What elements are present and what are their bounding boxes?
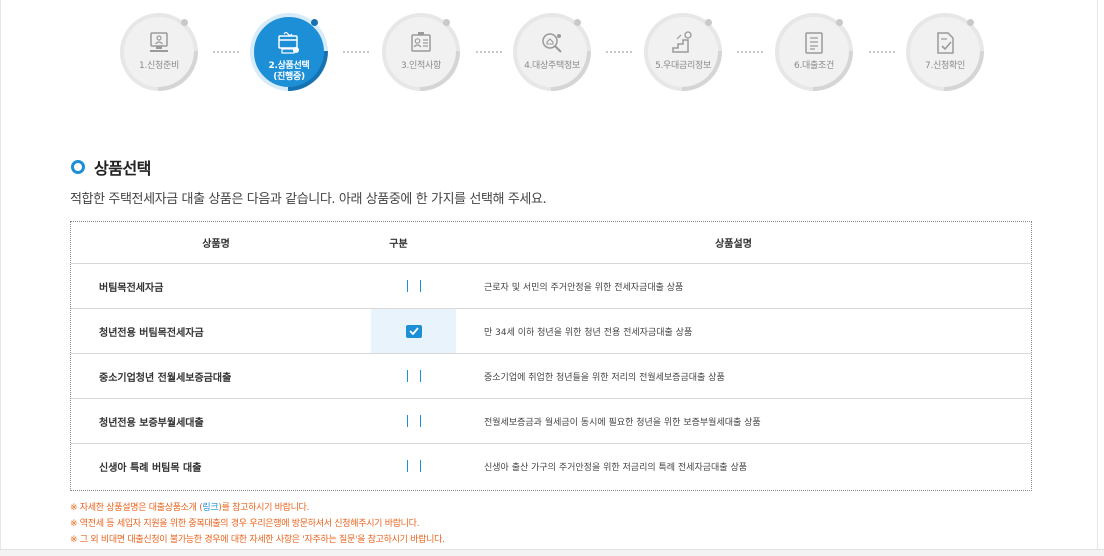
step-dot [705, 19, 712, 26]
product-name: 청년전용 버팀목전세자금 [99, 327, 204, 339]
product-checkbox[interactable] [406, 460, 421, 472]
step-label: 1.신청준비 [139, 61, 179, 71]
step-connector [213, 51, 239, 53]
step-connector [606, 51, 632, 53]
step-dot [181, 19, 188, 26]
select-cell[interactable] [371, 399, 456, 443]
step-label: 7.신청확인 [925, 61, 965, 71]
notice-item: ※ 역전세 등 세입자 지원을 위한 중복대출의 경우 우리은행에 방문하셔서 … [70, 519, 420, 529]
table-row[interactable]: 신생아 특례 버팀목 대출 신생아 출산 가구의 주거안정을 위한 저금리의 특… [71, 444, 1031, 488]
section-title: 상품선택 [71, 155, 151, 179]
monitor-icon [150, 32, 168, 52]
document-list-icon [805, 32, 823, 54]
product-name: 중소기업청년 전월세보증금대출 [99, 372, 232, 384]
product-description: 근로자 및 서민의 주거안정을 위한 전세자금대출 상품 [484, 282, 684, 293]
step-connector [869, 51, 895, 53]
step-connector [476, 51, 502, 53]
search-house-icon [542, 33, 562, 53]
title-bullet-icon [71, 160, 85, 174]
product-name: 버팀목전세자금 [99, 282, 164, 294]
step-dot [443, 19, 450, 26]
notice-list: ※ 자세한 상품설명은 대출상품소개 (링크)를 참고하시기 바랍니다. ※ 역… [70, 500, 445, 548]
select-cell[interactable] [371, 309, 456, 353]
product-description: 신생아 출산 가구의 주거안정을 위한 저금리의 특례 전세자금대출 상품 [484, 462, 748, 473]
product-checkbox[interactable] [406, 415, 421, 427]
step-dot [574, 19, 581, 26]
table-row-selected[interactable]: 청년전용 버팀목전세자금 만 34세 이하 청년을 위한 청년 전용 전세자금대… [71, 309, 1031, 354]
step-dot [311, 19, 318, 26]
step-4: 4.대상주택정보 [513, 13, 591, 91]
select-cell[interactable] [371, 354, 456, 398]
step-7: 7.신청확인 [906, 13, 984, 91]
table-row[interactable]: 청년전용 보증부월세대출 전월세보증금과 월세금이 동시에 필요한 청년을 위한… [71, 399, 1031, 444]
notice-text: ※ 자세한 상품설명은 대출상품소개 ( [70, 503, 203, 513]
step-connector [343, 51, 369, 53]
select-cell[interactable] [371, 444, 456, 488]
step-3: 3.인적사항 [382, 13, 460, 91]
product-description: 전월세보증금과 월세금이 동시에 필요한 청년을 위한 보증부월세대출 상품 [484, 417, 761, 428]
step-label: 2.상품선택 [268, 61, 310, 71]
step-label: 4.대상주택정보 [524, 61, 580, 71]
step-1: 1.신청준비 [120, 13, 198, 91]
header-description: 상품설명 [715, 239, 752, 250]
product-table: 상품명 구분 상품설명 버팀목전세자금 근로자 및 서민의 주거안정을 위한 전… [70, 221, 1032, 491]
step-5: 5.우대금리정보 [644, 13, 722, 91]
header-type: 구분 [389, 239, 408, 250]
notice-item: ※ 그 외 비대면 대출신청이 불가능한 경우에 대한 자세한 사항은 '자주하… [70, 535, 445, 545]
step-label: 5.우대금리정보 [655, 61, 711, 71]
table-row[interactable]: 중소기업청년 전월세보증금대출 중소기업에 취업한 청년들을 위한 저리의 전월… [71, 354, 1031, 399]
checkmark-icon [408, 327, 419, 335]
product-description: 만 34세 이하 청년을 위한 청년 전용 전세자금대출 상품 [484, 327, 693, 338]
product-checkbox[interactable] [406, 370, 421, 382]
step-dot [836, 19, 843, 26]
step-status: (진행중) [273, 72, 305, 82]
step-6: 6.대출조건 [775, 13, 853, 91]
step-connector [737, 51, 763, 53]
step-label: 6.대출조건 [794, 61, 834, 71]
stairs-coin-icon [672, 31, 692, 53]
step-dot [967, 19, 974, 26]
product-checkbox[interactable] [406, 280, 421, 292]
notice-text: )를 참고하시기 바랍니다. [218, 503, 310, 513]
table-row[interactable]: 버팀목전세자금 근로자 및 서민의 주거안정을 위한 전세자금대출 상품 [71, 264, 1031, 309]
product-description: 중소기업에 취업한 청년들을 위한 저리의 전월세보증금대출 상품 [484, 372, 725, 383]
card-icon [278, 31, 299, 54]
document-check-icon [937, 32, 954, 54]
product-name: 신생아 특례 버팀목 대출 [99, 462, 202, 474]
product-info-link[interactable]: 링크 [202, 503, 218, 513]
header-product-name: 상품명 [202, 239, 230, 250]
step-2-active: 2.상품선택 (진행중) [250, 13, 328, 91]
notice-item: ※ 자세한 상품설명은 대출상품소개 (링크)를 참고하시기 바랍니다. [70, 500, 445, 516]
progress-stepper: 1.신청준비 2.상품선택 (진행중) 3.인적사항 4.대상주택정보 5.우대… [0, 0, 1104, 110]
product-name: 청년전용 보증부월세대출 [99, 417, 204, 429]
product-checkbox-checked[interactable] [405, 324, 422, 338]
id-card-icon [411, 32, 431, 52]
select-cell[interactable] [371, 264, 456, 308]
table-header: 상품명 구분 상품설명 [71, 222, 1031, 264]
step-label: 3.인적사항 [401, 61, 441, 71]
section-title-text: 상품선택 [94, 159, 151, 178]
section-description: 적합한 주택전세자금 대출 상품은 다음과 같습니다. 아래 상품중에 한 가지… [70, 192, 547, 207]
